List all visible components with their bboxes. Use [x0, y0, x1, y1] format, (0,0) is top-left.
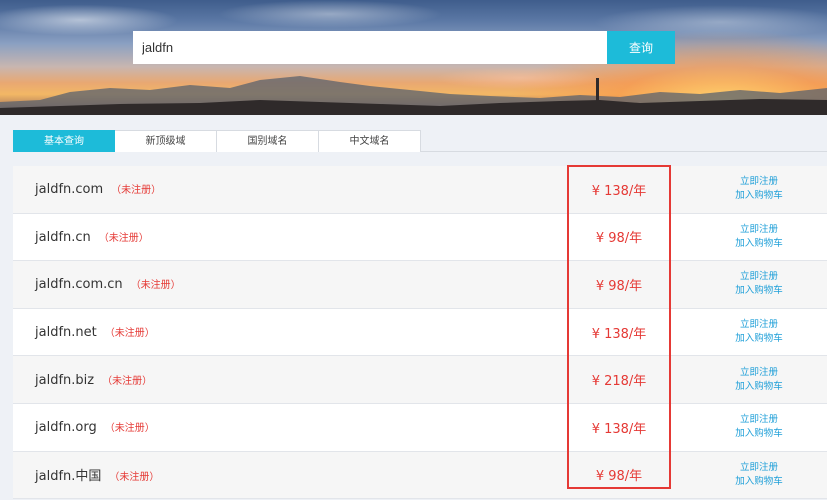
domain-name: jaldfn.org [35, 420, 97, 436]
domain-row: jaldfn.com （未注册） ¥ 138/年 立即注册 加入购物车 [13, 166, 827, 214]
tab-new-tld[interactable]: 新顶级域 [115, 130, 217, 152]
add-to-cart-link[interactable]: 加入购物车 [713, 237, 805, 251]
tab-basic-query[interactable]: 基本查询 [13, 130, 115, 152]
register-now-link[interactable]: 立即注册 [713, 461, 805, 475]
domain-name: jaldfn.com.cn [35, 277, 123, 293]
domain-name: jaldfn.biz [35, 372, 95, 388]
domain-row: jaldfn.com.cn （未注册） ¥ 98/年 立即注册 加入购物车 [13, 261, 827, 309]
add-to-cart-link[interactable]: 加入购物车 [713, 475, 805, 489]
domain-row: jaldfn.中国 （未注册） ¥ 98/年 立即注册 加入购物车 [13, 451, 827, 500]
domain-status: （未注册） [111, 185, 162, 197]
add-to-cart-link[interactable]: 加入购物车 [713, 427, 805, 441]
domain-name: jaldfn.net [35, 325, 97, 341]
domain-status: （未注册） [102, 375, 153, 387]
tab-bar: 基本查询 新顶级域 国别域名 中文域名 [13, 130, 827, 152]
register-now-link[interactable]: 立即注册 [713, 270, 805, 284]
domain-status: （未注册） [109, 472, 160, 484]
domain-price: ¥ 138/年 [591, 421, 647, 437]
domain-name: jaldfn.com [35, 182, 104, 198]
domain-price: ¥ 98/年 [595, 278, 643, 294]
search-button[interactable]: 查询 [607, 31, 675, 64]
domain-row: jaldfn.org （未注册） ¥ 138/年 立即注册 加入购物车 [13, 403, 827, 452]
register-now-link[interactable]: 立即注册 [713, 413, 805, 427]
register-now-link[interactable]: 立即注册 [713, 366, 805, 380]
domain-status: （未注册） [104, 423, 155, 435]
hero-banner: 查询 [0, 0, 827, 115]
add-to-cart-link[interactable]: 加入购物车 [713, 380, 805, 394]
register-now-link[interactable]: 立即注册 [713, 175, 805, 189]
domain-name: jaldfn.中国 [35, 469, 102, 485]
register-now-link[interactable]: 立即注册 [713, 318, 805, 332]
add-to-cart-link[interactable]: 加入购物车 [713, 189, 805, 203]
domain-price: ¥ 138/年 [591, 183, 647, 199]
search-bar: 查询 [133, 31, 675, 64]
tab-chinese-domain[interactable]: 中文域名 [319, 130, 421, 152]
tab-country-domain[interactable]: 国别域名 [217, 130, 319, 152]
domain-row: jaldfn.cn （未注册） ¥ 98/年 立即注册 加入购物车 [13, 213, 827, 262]
register-now-link[interactable]: 立即注册 [713, 223, 805, 237]
domain-status: （未注册） [104, 328, 155, 340]
domain-status: （未注册） [98, 232, 149, 244]
add-to-cart-link[interactable]: 加入购物车 [713, 332, 805, 346]
domain-price: ¥ 218/年 [591, 374, 647, 390]
domain-price: ¥ 138/年 [591, 326, 647, 342]
domain-status: （未注册） [130, 280, 181, 292]
domain-row: jaldfn.biz （未注册） ¥ 218/年 立即注册 加入购物车 [13, 356, 827, 404]
domain-price: ¥ 98/年 [595, 231, 643, 247]
domain-result-list: jaldfn.com （未注册） ¥ 138/年 立即注册 加入购物车 jaldf… [13, 166, 827, 500]
search-input[interactable] [133, 31, 607, 64]
domain-name: jaldfn.cn [35, 229, 91, 245]
mountain-silhouette [0, 76, 827, 115]
domain-row: jaldfn.net （未注册） ¥ 138/年 立即注册 加入购物车 [13, 308, 827, 357]
add-to-cart-link[interactable]: 加入购物车 [713, 284, 805, 298]
domain-price: ¥ 98/年 [595, 469, 643, 485]
